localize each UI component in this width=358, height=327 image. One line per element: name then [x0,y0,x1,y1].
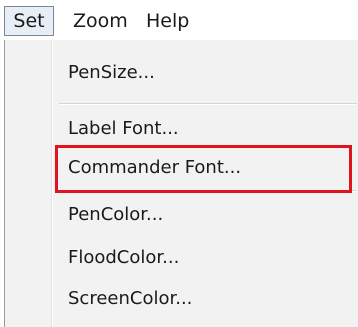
set-dropdown-menu: PenSize... Label Font... Commander Font.… [4,40,358,327]
menu-item-pencolor[interactable]: PenColor... [5,195,357,235]
menu-item-floodcolor[interactable]: FloodColor... [5,238,357,278]
menu-separator [59,103,357,105]
menu-help[interactable]: Help [146,6,189,36]
menu-item-commander-font[interactable]: Commander Font... [5,148,357,188]
menu-zoom[interactable]: Zoom [73,6,128,36]
menu-item-screencolor[interactable]: ScreenColor... [5,279,357,319]
menu-item-pensize[interactable]: PenSize... [5,53,357,93]
menu-separator [59,190,357,192]
menu-bar: Set Zoom Help [0,0,358,40]
menu-item-label-font[interactable]: Label Font... [5,109,357,149]
menu-set[interactable]: Set [4,6,54,36]
